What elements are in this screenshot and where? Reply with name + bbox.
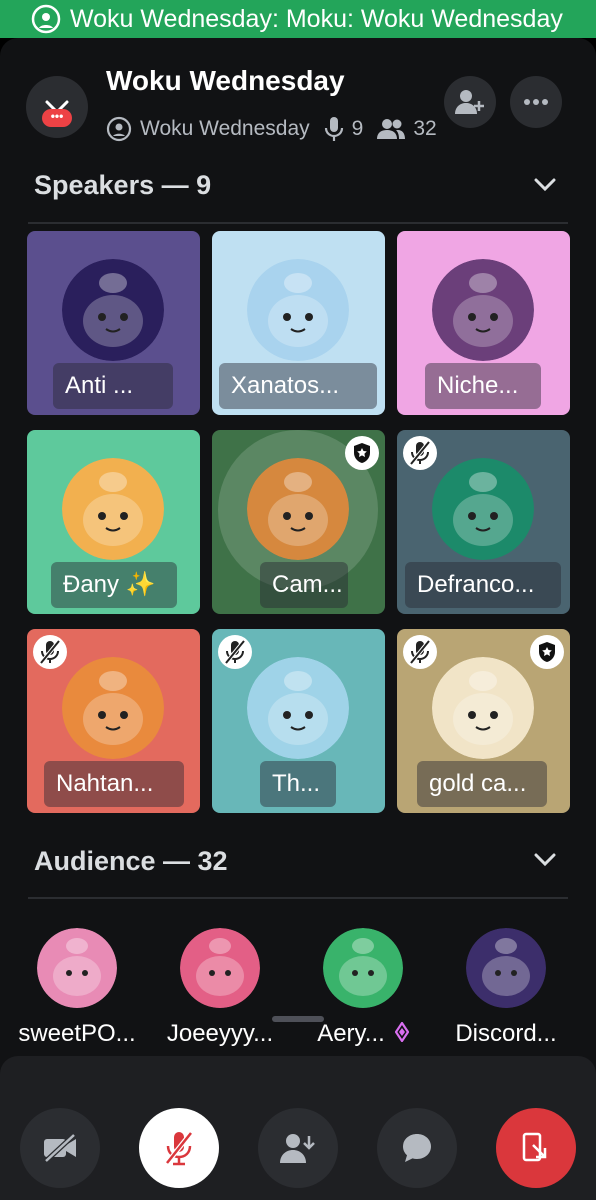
moderator-icon	[530, 635, 564, 669]
avatar	[466, 928, 546, 1008]
microphone-icon	[324, 116, 344, 142]
speakers-heading: Speakers — 9	[34, 170, 212, 200]
muted-icon	[403, 635, 437, 669]
microphone-button[interactable]	[139, 1108, 219, 1188]
speaker-tile[interactable]: Nahtan...	[27, 629, 200, 813]
speaker-name: Xanatos...	[219, 363, 377, 409]
speaker-name: Th...	[260, 761, 336, 807]
speaker-name: Defranco...	[405, 562, 561, 608]
collapse-speakers-button[interactable]	[534, 178, 556, 197]
avatar	[432, 259, 534, 361]
speaker-tile[interactable]: Xanatos...	[212, 231, 385, 415]
camera-button[interactable]	[20, 1108, 100, 1188]
stage-icon	[106, 116, 132, 142]
request-speak-icon	[280, 1134, 315, 1163]
more-icon	[524, 99, 548, 105]
stage-banner[interactable]: Woku Wednesday: Moku: Woku Wednesday	[0, 0, 596, 38]
avatar	[62, 259, 164, 361]
listeners-count: 32	[413, 117, 437, 140]
stage-subtitle: Woku Wednesday 9 32	[106, 112, 437, 146]
collapse-audience-button[interactable]	[534, 853, 556, 872]
microphone-muted-icon	[165, 1131, 193, 1166]
leave-button[interactable]	[496, 1108, 576, 1188]
audience-member[interactable]: Aery...	[298, 928, 428, 1048]
avatar	[62, 657, 164, 759]
speaker-tile[interactable]: gold ca...	[397, 629, 570, 813]
nitro-boost-icon	[394, 1020, 410, 1049]
speaker-tile[interactable]: Defranco...	[397, 430, 570, 614]
chat-button[interactable]	[377, 1108, 457, 1188]
speaker-name: Nahtan...	[44, 761, 184, 807]
speaker-name: gold ca...	[417, 761, 547, 807]
avatar	[62, 458, 164, 560]
audience-name: Joeeyyy...	[166, 1020, 274, 1047]
audience-member[interactable]: sweetPO...	[12, 928, 142, 1048]
speaker-tile[interactable]: Niche...	[397, 231, 570, 415]
speaker-tile[interactable]: Cam...	[212, 430, 385, 614]
divider	[28, 897, 568, 899]
speaker-name: Cam...	[260, 562, 348, 608]
avatar	[180, 928, 260, 1008]
chevron-down-icon	[534, 178, 556, 192]
avatar	[247, 259, 349, 361]
avatar	[432, 657, 534, 759]
moderator-icon	[345, 436, 379, 470]
stage-icon	[30, 3, 62, 35]
drag-handle[interactable]	[272, 1016, 324, 1022]
stage-header: ••• Woku Wednesday Woku Wednesday 9 32	[0, 38, 596, 148]
avatar	[37, 928, 117, 1008]
audience-name: Discord...	[455, 1020, 557, 1047]
avatar	[432, 458, 534, 560]
muted-icon	[33, 635, 67, 669]
speakers-count: 9	[351, 117, 364, 140]
leave-icon	[522, 1132, 547, 1162]
minimize-button[interactable]: •••	[26, 76, 88, 138]
avatar	[247, 657, 349, 759]
speaker-name: Niche...	[425, 363, 541, 409]
invite-button[interactable]	[444, 76, 496, 128]
muted-icon	[403, 436, 437, 470]
audience-name: sweetPO...	[18, 1020, 136, 1047]
more-options-button[interactable]	[510, 76, 562, 128]
audience-heading: Audience — 32	[34, 846, 228, 876]
banner-text: Woku Wednesday: Moku: Woku Wednesday	[70, 4, 563, 33]
divider	[28, 222, 568, 224]
camera-off-icon	[44, 1133, 76, 1163]
speaker-tile[interactable]: Anti ...	[27, 231, 200, 415]
stage-title: Woku Wednesday	[106, 65, 345, 96]
notification-badge: •••	[42, 109, 72, 127]
people-icon	[377, 118, 406, 140]
audience-member[interactable]: Joeeyyy...	[155, 928, 285, 1048]
avatar	[323, 928, 403, 1008]
speaker-tile[interactable]: Đany ✨	[27, 430, 200, 614]
channel-name: Woku Wednesday	[140, 117, 310, 140]
chat-icon	[403, 1134, 431, 1162]
audience-name: Aery...	[298, 1020, 428, 1049]
muted-icon	[218, 635, 252, 669]
chevron-down-icon	[534, 853, 556, 867]
request-to-speak-button[interactable]	[258, 1108, 338, 1188]
speaker-name: Anti ...	[53, 363, 173, 409]
add-person-icon	[455, 90, 484, 114]
speaker-tile[interactable]: Th...	[212, 629, 385, 813]
audience-member[interactable]: Discord...	[441, 928, 571, 1048]
avatar	[247, 458, 349, 560]
speaker-name: Đany ✨	[51, 562, 177, 608]
